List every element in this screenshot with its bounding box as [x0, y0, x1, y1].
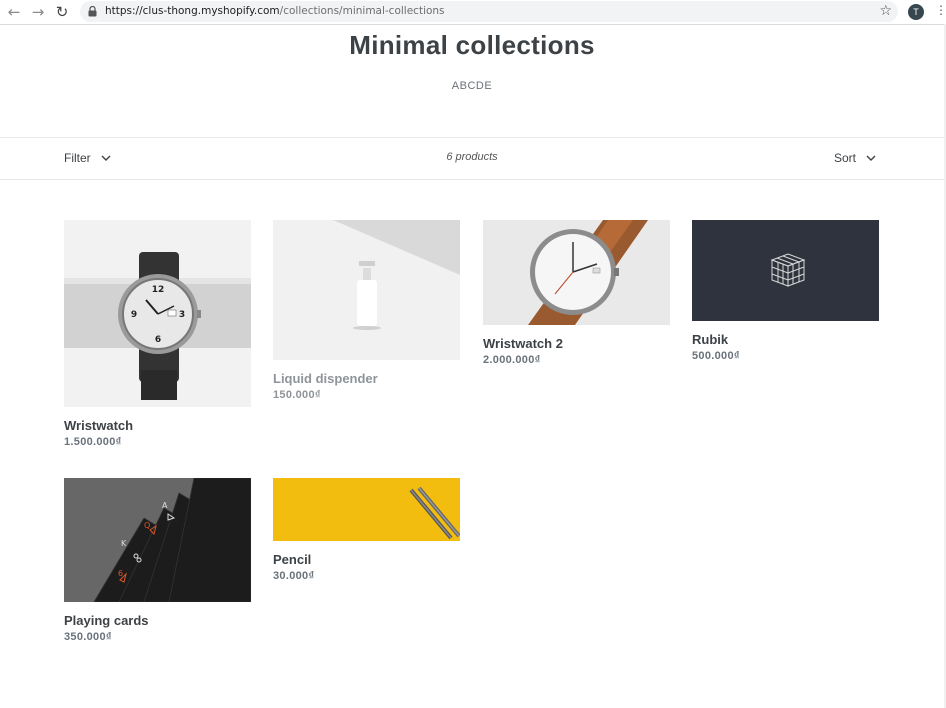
- product-image-liquid-dispender[interactable]: [273, 220, 460, 360]
- product-image-playing-cards[interactable]: 6 K Q A: [64, 478, 251, 602]
- product-card-wristwatch[interactable]: 12 3 6 9 Wristwatch 1.500.000₫: [64, 220, 252, 448]
- sort-label: Sort: [834, 151, 857, 165]
- product-card-liquid-dispender[interactable]: Liquid dispender 150.000₫: [273, 220, 461, 401]
- product-price: 350.000₫: [64, 631, 112, 643]
- product-image-pencil[interactable]: [273, 478, 460, 541]
- product-price: 2.000.000₫: [483, 354, 541, 366]
- product-price: 1.500.000₫: [64, 436, 122, 448]
- svg-text:A: A: [162, 501, 168, 510]
- product-price: 30.000₫: [273, 570, 315, 582]
- product-count: 6 products: [446, 151, 498, 163]
- product-card-wristwatch-2[interactable]: Wristwatch 2 2.000.000₫: [483, 220, 671, 366]
- svg-text:K: K: [121, 539, 127, 548]
- back-arrow-icon[interactable]: ←: [4, 2, 24, 22]
- product-image-wristwatch[interactable]: 12 3 6 9: [64, 220, 251, 407]
- product-price: 500.000₫: [692, 350, 740, 362]
- product-card-playing-cards[interactable]: 6 K Q A Playing cards 350.000₫: [64, 478, 252, 643]
- product-card-rubik[interactable]: Rubik 500.000₫: [692, 220, 880, 362]
- product-name[interactable]: Playing cards: [64, 613, 252, 628]
- svg-text:6: 6: [155, 335, 161, 345]
- star-icon[interactable]: ☆: [879, 3, 892, 19]
- profile-avatar[interactable]: T: [908, 4, 924, 20]
- address-bar[interactable]: https://clus-thong.myshopify.com/collect…: [80, 1, 898, 22]
- svg-text:Q: Q: [144, 521, 150, 530]
- svg-text:9: 9: [131, 310, 137, 320]
- sort-dropdown[interactable]: Sort: [834, 151, 876, 165]
- url-host: https://clus-thong.myshopify.com: [105, 5, 280, 17]
- product-name[interactable]: Wristwatch: [64, 418, 252, 433]
- forward-arrow-icon[interactable]: →: [28, 2, 48, 22]
- page-title: Minimal collections: [349, 30, 595, 60]
- product-name[interactable]: Liquid dispender: [273, 371, 461, 386]
- product-image-wristwatch-2[interactable]: [483, 220, 670, 325]
- svg-text:6: 6: [118, 569, 123, 578]
- product-name[interactable]: Pencil: [273, 552, 461, 567]
- collection-description: ABCDE: [451, 80, 493, 92]
- svg-text:3: 3: [179, 310, 185, 320]
- product-image-rubik[interactable]: [692, 220, 879, 321]
- url-path: /collections/minimal-collections: [279, 5, 445, 17]
- browser-toolbar: ← → ↻ https://clus-thong.myshopify.com/c…: [0, 0, 946, 25]
- kebab-menu-icon[interactable]: ⋮: [935, 3, 946, 17]
- product-price: 150.000₫: [273, 389, 321, 401]
- chevron-down-icon: [866, 155, 876, 161]
- product-name[interactable]: Wristwatch 2: [483, 336, 671, 351]
- product-card-pencil[interactable]: Pencil 30.000₫: [273, 478, 461, 582]
- filter-sort-bar: Filter 6 products Sort: [0, 137, 944, 180]
- lock-icon: [88, 6, 97, 17]
- reload-icon[interactable]: ↻: [52, 2, 72, 22]
- svg-text:12: 12: [152, 285, 165, 295]
- url-text: https://clus-thong.myshopify.com/collect…: [105, 5, 445, 17]
- product-name[interactable]: Rubik: [692, 332, 880, 347]
